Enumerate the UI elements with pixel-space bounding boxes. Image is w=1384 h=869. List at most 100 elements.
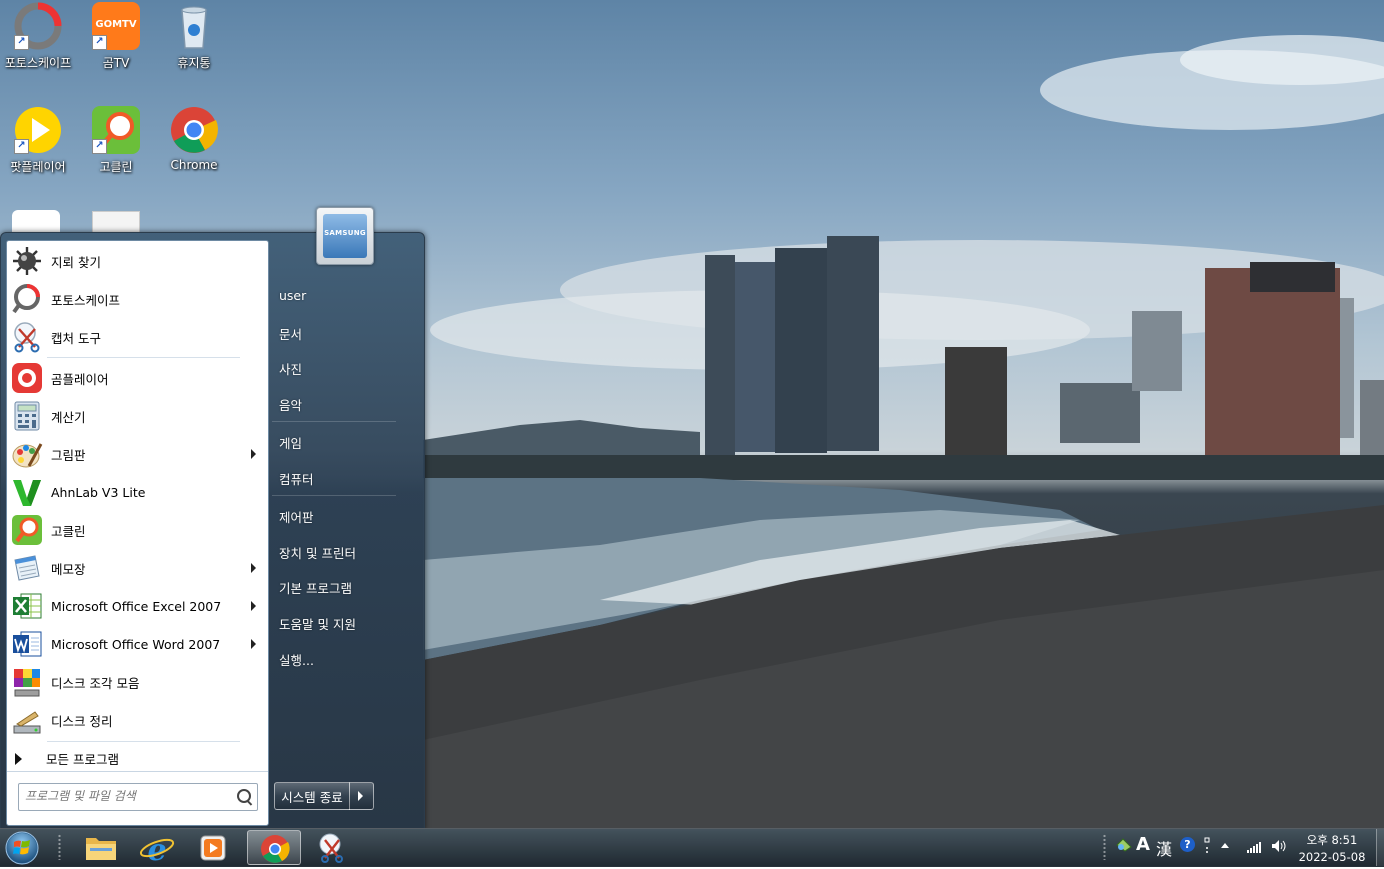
start-right-devices-printers[interactable]: 장치 및 프린터 — [279, 543, 356, 562]
start-right-music[interactable]: 음악 — [279, 395, 302, 414]
shortcut-arrow-icon: ↗ — [92, 35, 107, 50]
desktop-icon-label: 휴지통 — [177, 56, 211, 70]
search-icon[interactable] — [237, 789, 251, 803]
program-label: 포토스케이프 — [51, 292, 121, 308]
program-item-paint[interactable]: 그림판 — [9, 436, 266, 472]
desktop-icon-photoscape[interactable]: ↗ 포토스케이프 — [0, 0, 76, 71]
separator — [272, 495, 396, 496]
start-menu: 지뢰 찾기 포토스케이프 캡처 도구 곰플레이어 계산기 그림판 AhnLab … — [0, 232, 425, 830]
program-item-word[interactable]: Microsoft Office Word 2007 — [9, 626, 266, 662]
desktop-icon-potplayer[interactable]: ↗ 팟플레이어 — [0, 104, 76, 175]
windows-logo-icon — [5, 831, 39, 865]
submenu-arrow-icon[interactable] — [251, 563, 256, 573]
desktop-icon-label: 곰TV — [102, 56, 130, 70]
svg-text:e: e — [147, 833, 166, 865]
gomplayer-icon — [11, 362, 43, 394]
shutdown-options-button[interactable] — [349, 782, 374, 810]
gomtv-badge: GOMTV — [95, 19, 137, 30]
taskbar-snipping-tool[interactable] — [305, 830, 359, 865]
start-right-documents[interactable]: 문서 — [279, 324, 302, 343]
recycle-bin-icon — [170, 2, 218, 50]
partial-desktop-icon — [12, 210, 60, 232]
submenu-arrow-icon[interactable] — [251, 449, 256, 459]
internet-explorer-icon: e — [139, 833, 175, 868]
gomtv-icon: GOMTV ↗ — [92, 2, 140, 50]
desktop-icon-goclean[interactable]: ↗ 고클린 — [78, 104, 154, 175]
network-icon[interactable] — [1246, 840, 1262, 854]
program-label: 디스크 조각 모음 — [51, 675, 140, 691]
program-item-snipping-tool[interactable]: 캡처 도구 — [9, 319, 266, 355]
user-picture-brand: SAMSUNG — [324, 229, 366, 237]
start-right-games[interactable]: 게임 — [279, 433, 302, 452]
ahnlab-v3-icon — [11, 476, 43, 508]
program-item-goclean[interactable]: 고클린 — [9, 512, 266, 548]
program-label: 계산기 — [51, 409, 86, 425]
program-item-disk-cleanup[interactable]: 디스크 정리 — [9, 702, 266, 738]
help-icon[interactable]: ? — [1180, 837, 1195, 852]
start-right-pictures[interactable]: 사진 — [279, 359, 302, 378]
user-picture[interactable]: SAMSUNG — [316, 207, 374, 265]
goclean-icon — [11, 514, 43, 546]
program-label: 디스크 정리 — [51, 713, 113, 729]
program-item-defrag[interactable]: 디스크 조각 모음 — [9, 664, 266, 700]
program-item-gomplayer[interactable]: 곰플레이어 — [9, 360, 266, 396]
start-right-user[interactable]: user — [279, 288, 306, 303]
desktop-icon-recycle-bin[interactable]: 휴지통 — [156, 0, 232, 71]
ime-hanja-button[interactable]: 漢 — [1156, 836, 1172, 860]
ime-options-icon[interactable] — [1203, 836, 1211, 854]
separator — [47, 741, 240, 742]
shutdown-label: 시스템 종료 — [281, 789, 343, 805]
start-right-help-support[interactable]: 도움말 및 지원 — [279, 614, 356, 633]
start-right-default-programs[interactable]: 기본 프로그램 — [279, 578, 352, 597]
program-item-calculator[interactable]: 계산기 — [9, 398, 266, 434]
desktop-icon-label: 팟플레이어 — [10, 160, 66, 174]
search-input[interactable] — [23, 784, 232, 808]
program-item-minesweeper[interactable]: 지뢰 찾기 — [9, 243, 266, 279]
desktop-icon-gomtv[interactable]: GOMTV ↗ 곰TV — [78, 0, 154, 71]
photoscape-icon: ↗ — [14, 2, 62, 50]
snipping-tool-icon — [11, 321, 43, 353]
start-right-computer[interactable]: 컴퓨터 — [279, 469, 314, 488]
taskbar-chrome[interactable] — [247, 830, 301, 865]
all-programs-label: 모든 프로그램 — [46, 752, 119, 767]
program-item-ahnlab-v3[interactable]: AhnLab V3 Lite — [9, 474, 266, 510]
ime-toolbar-icon[interactable] — [1116, 838, 1132, 852]
taskbar-internet-explorer[interactable]: e — [130, 830, 184, 868]
shortcut-arrow-icon: ↗ — [14, 35, 29, 50]
program-item-notepad[interactable]: 메모장 — [9, 550, 266, 586]
program-item-excel[interactable]: Microsoft Office Excel 2007 — [9, 588, 266, 624]
separator — [7, 771, 268, 772]
desktop-icon-chrome[interactable]: Chrome — [156, 104, 232, 172]
program-label: Microsoft Office Word 2007 — [51, 636, 221, 652]
program-label: Microsoft Office Excel 2007 — [51, 598, 222, 614]
disk-cleanup-icon — [11, 704, 43, 736]
goclean-icon: ↗ — [92, 106, 140, 154]
program-label: 곰플레이어 — [51, 371, 109, 387]
all-programs-button[interactable]: 모든 프로그램 — [15, 749, 119, 768]
partial-desktop-icon — [92, 211, 140, 233]
start-right-control-panel[interactable]: 제어판 — [279, 507, 314, 526]
show-hidden-icons-icon[interactable] — [1221, 843, 1229, 848]
tray-grip — [1103, 834, 1106, 860]
taskbar-clock[interactable]: 오후 8:51 2022-05-08 — [1296, 832, 1368, 866]
calculator-icon — [11, 400, 43, 432]
shortcut-arrow-icon: ↗ — [92, 139, 107, 154]
search-box[interactable] — [18, 783, 258, 811]
start-button[interactable] — [2, 830, 42, 866]
chrome-icon — [170, 106, 218, 154]
show-desktop-button[interactable] — [1376, 829, 1384, 866]
program-label: AhnLab V3 Lite — [51, 484, 146, 500]
shutdown-button[interactable]: 시스템 종료 — [274, 782, 350, 810]
separator — [272, 421, 396, 422]
program-item-photoscape[interactable]: 포토스케이프 — [9, 281, 266, 317]
shortcut-arrow-icon: ↗ — [14, 139, 29, 154]
potplayer-icon: ↗ — [14, 106, 62, 154]
ime-mode-indicator[interactable]: A — [1136, 834, 1150, 855]
submenu-arrow-icon[interactable] — [251, 639, 256, 649]
taskbar-media-player[interactable] — [186, 830, 240, 865]
start-right-run[interactable]: 실행... — [279, 650, 314, 669]
submenu-arrow-icon[interactable] — [251, 601, 256, 611]
program-label: 지뢰 찾기 — [51, 254, 101, 270]
volume-icon[interactable] — [1270, 838, 1288, 854]
taskbar-file-explorer[interactable] — [74, 830, 128, 865]
